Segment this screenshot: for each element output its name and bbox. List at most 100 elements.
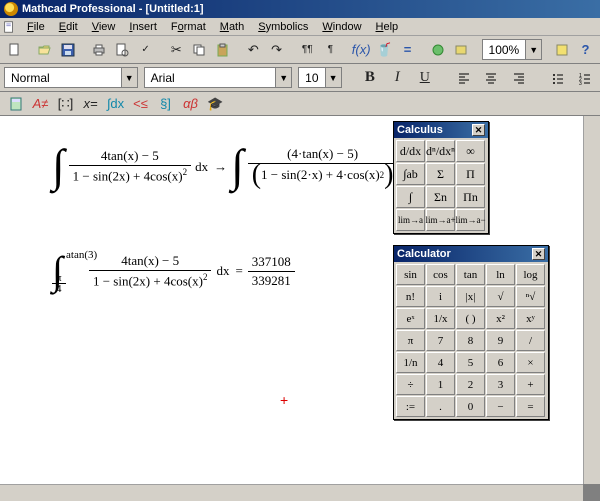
horizontal-scrollbar[interactable] [0,484,583,501]
1-button[interactable]: 1 [426,374,455,395]
imaginary-button[interactable]: i [426,286,455,307]
insert-function-button[interactable]: f(x) [351,39,372,61]
nth-derivative-button[interactable]: dⁿ/dxⁿ [426,140,455,162]
close-icon[interactable]: ✕ [532,248,545,260]
menu-format[interactable]: Format [164,20,213,34]
calculate-button[interactable]: = [397,39,418,61]
worksheet-area[interactable]: ∫ 4tan(x) − 5 1 − sin(2x) + 4cos(x)2 dx … [0,116,583,484]
6-button[interactable]: 6 [486,352,515,373]
decimal-button[interactable]: . [426,396,455,417]
undo-button[interactable]: ↶ [243,39,264,61]
mixed-number-button[interactable]: 1/n [396,352,425,373]
product-range-button[interactable]: Πn [456,186,485,208]
insert-component-button[interactable] [451,39,472,61]
insert-hyperlink-button[interactable] [428,39,449,61]
bullets-button[interactable] [547,67,568,89]
sqrt-button[interactable]: √ [486,286,515,307]
separate-button[interactable]: ¶ [320,39,341,61]
align-right-button[interactable] [508,67,529,89]
calculator-palette-button[interactable] [4,93,27,115]
menu-math[interactable]: Math [213,20,251,34]
multiply-button[interactable]: × [516,352,545,373]
cos-button[interactable]: cos [426,264,455,285]
align-region-button[interactable]: ¶¶ [297,39,318,61]
menu-window[interactable]: Window [315,20,368,34]
graph-palette-button[interactable]: A≠ [29,93,52,115]
matrix-palette-button[interactable]: [∷] [54,93,77,115]
9-button[interactable]: 9 [486,330,515,351]
pi-button[interactable]: π [396,330,425,351]
font-select[interactable]: Arial ▼ [144,67,293,88]
derivative-button[interactable]: d/dx [396,140,425,162]
symbolic-palette-button[interactable]: 🎓 [204,93,227,115]
new-button[interactable] [4,39,25,61]
calculus-palette-button[interactable]: ∫dx [104,93,127,115]
subtract-button[interactable]: − [486,396,515,417]
redo-button[interactable]: ↷ [266,39,287,61]
close-icon[interactable]: ✕ [472,124,485,136]
help-button[interactable]: ? [575,39,596,61]
open-button[interactable] [35,39,56,61]
calculator-palette[interactable]: Calculator ✕ sin cos tan ln log n! i |x|… [393,245,549,420]
style-select[interactable]: Normal ▼ [4,67,138,88]
menu-symbolics[interactable]: Symbolics [251,20,315,34]
0-button[interactable]: 0 [456,396,485,417]
5-button[interactable]: 5 [456,352,485,373]
align-center-button[interactable] [481,67,502,89]
save-button[interactable] [58,39,79,61]
reciprocal-button[interactable]: 1/x [426,308,455,329]
4-button[interactable]: 4 [426,352,455,373]
2-button[interactable]: 2 [456,374,485,395]
bold-button[interactable]: B [359,67,380,89]
indefinite-integral-button[interactable]: ∫ [396,186,425,208]
assign-button[interactable]: := [396,396,425,417]
ln-button[interactable]: ln [486,264,515,285]
sin-button[interactable]: sin [396,264,425,285]
factorial-button[interactable]: n! [396,286,425,307]
paste-button[interactable] [212,39,233,61]
resource-center-button[interactable] [552,39,573,61]
limit-right-button[interactable]: lim→a+ [426,209,455,231]
numbering-button[interactable]: 123 [575,67,596,89]
align-left-button[interactable] [453,67,474,89]
menu-insert[interactable]: Insert [122,20,164,34]
abs-button[interactable]: |x| [456,286,485,307]
nth-root-button[interactable]: ⁿ√ [516,286,545,307]
cut-button[interactable]: ✂ [166,39,187,61]
calculus-palette[interactable]: Calculus ✕ d/dx dⁿ/dxⁿ ∞ ∫ab Σ Π ∫ Σn Πn… [393,121,489,234]
copy-button[interactable] [189,39,210,61]
3-button[interactable]: 3 [486,374,515,395]
programming-palette-button[interactable]: §] [154,93,177,115]
evaluate-button[interactable]: = [516,396,545,417]
menu-help[interactable]: Help [369,20,406,34]
log-button[interactable]: log [516,264,545,285]
zoom-select[interactable]: 100% ▼ [482,39,543,60]
italic-button[interactable]: I [387,67,408,89]
divide-button[interactable]: / [516,330,545,351]
add-button[interactable]: + [516,374,545,395]
spellcheck-button[interactable]: ✓ [135,39,156,61]
inline-divide-button[interactable]: ÷ [396,374,425,395]
definite-integral-button[interactable]: ∫ab [396,163,425,185]
evaluation-palette-button[interactable]: x= [79,93,102,115]
print-button[interactable] [89,39,110,61]
palette-title-bar[interactable]: Calculus ✕ [394,122,488,138]
summation-button[interactable]: Σ [426,163,455,185]
insert-unit-button[interactable]: 🥤 [374,39,395,61]
menu-file[interactable]: File [20,20,52,34]
summation-range-button[interactable]: Σn [426,186,455,208]
parentheses-button[interactable]: ( ) [456,308,485,329]
menu-view[interactable]: View [85,20,123,34]
infinity-button[interactable]: ∞ [456,140,485,162]
vertical-scrollbar[interactable] [583,116,600,484]
limit-left-button[interactable]: lim→a− [456,209,485,231]
math-region-2[interactable]: ∫ atan(3) π 4 4tan(x) − 5 1 − sin(2x) + … [52,252,297,290]
power-button[interactable]: xʸ [516,308,545,329]
greek-palette-button[interactable]: αβ [179,93,202,115]
product-button[interactable]: Π [456,163,485,185]
exp-button[interactable]: eˣ [396,308,425,329]
limit-button[interactable]: lim→a [396,209,425,231]
7-button[interactable]: 7 [426,330,455,351]
palette-title-bar[interactable]: Calculator ✕ [394,246,548,262]
boolean-palette-button[interactable]: <≤ [129,93,152,115]
